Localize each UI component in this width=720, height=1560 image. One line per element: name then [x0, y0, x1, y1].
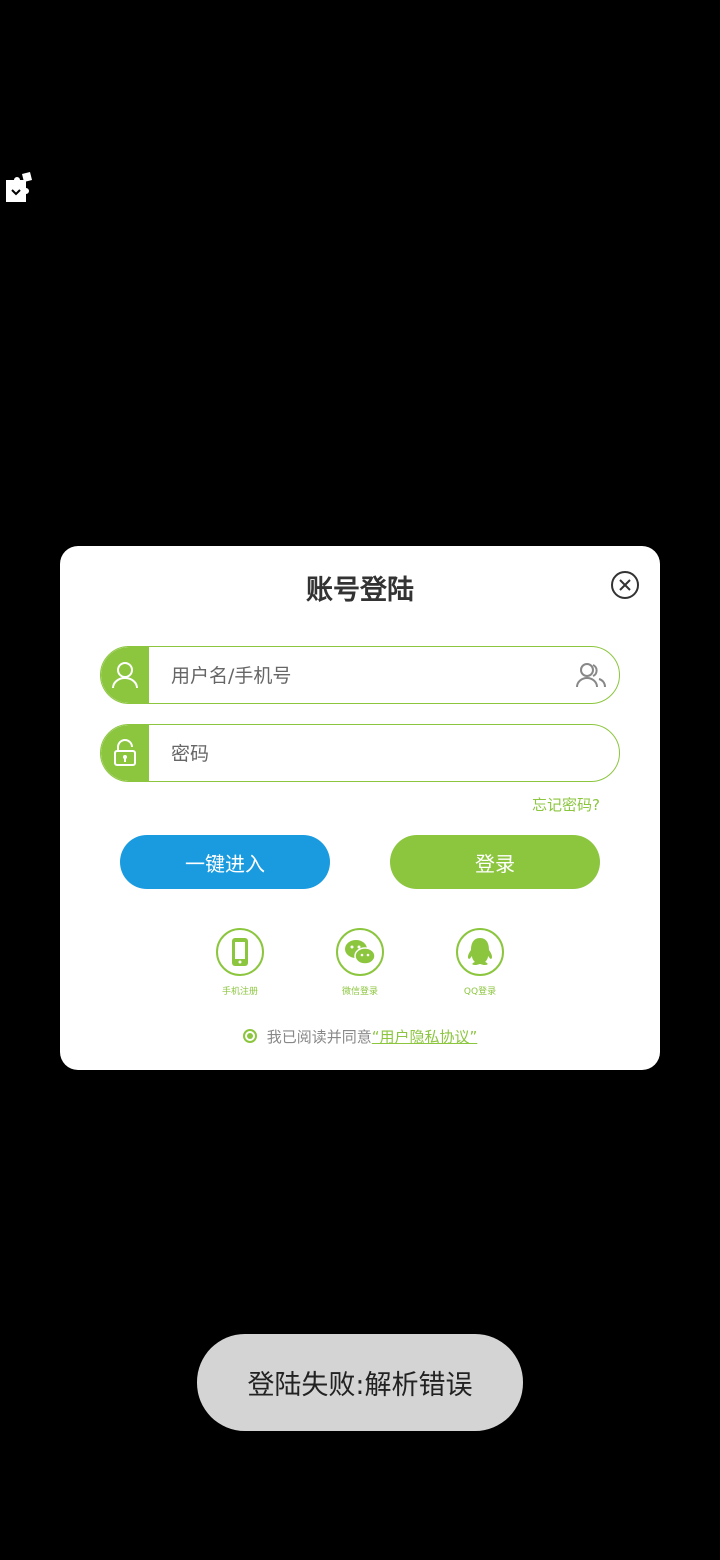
quick-enter-button[interactable]: 一键进入 [120, 835, 330, 889]
agreement-row: 我已阅读并同意“用户隐私协议” [60, 1026, 660, 1047]
close-circle-icon[interactable] [610, 570, 640, 600]
phone-register-button[interactable]: 手机注册 [200, 928, 280, 997]
lock-icon [101, 725, 149, 781]
qq-icon [456, 928, 504, 976]
social-label: 手机注册 [221, 987, 258, 997]
error-toast: 登陆失败:解析错误 [197, 1334, 523, 1431]
users-icon[interactable] [575, 659, 607, 691]
wechat-login-button[interactable]: 微信登录 [320, 928, 400, 997]
dialog-title: 账号登陆 [306, 575, 414, 606]
password-input[interactable] [149, 725, 573, 781]
qq-login-button[interactable]: QQ登录 [440, 928, 520, 997]
username-input[interactable] [149, 647, 573, 703]
social-label: 微信登录 [341, 987, 378, 997]
social-label: QQ登录 [463, 987, 497, 997]
privacy-policy-link[interactable]: “用户隐私协议” [372, 1028, 478, 1046]
username-field [100, 646, 620, 704]
wechat-icon [336, 928, 384, 976]
puzzle-icon[interactable] [4, 170, 38, 204]
user-icon [101, 647, 149, 703]
agreement-radio[interactable] [242, 1029, 257, 1043]
agreement-text: 我已阅读并同意 [266, 1028, 372, 1046]
phone-icon [216, 928, 264, 976]
login-dialog: 账号登陆 用户名/手机号 忘记密码? 一键进入 登录 手机注册 微信登录 QQ登… [60, 546, 660, 1070]
forgot-password-link[interactable]: 忘记密码? [532, 794, 600, 815]
login-button[interactable]: 登录 [390, 835, 600, 889]
password-field [100, 724, 620, 782]
